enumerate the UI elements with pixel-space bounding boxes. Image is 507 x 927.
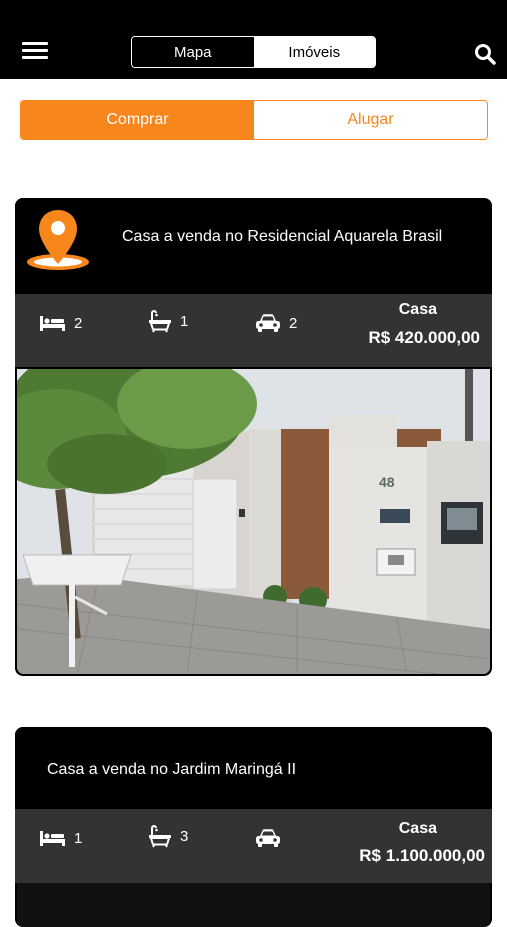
car-icon <box>256 829 280 847</box>
listing-title: Casa a venda no Jardim Maringá II <box>47 761 297 778</box>
property-type: Casa <box>398 820 437 837</box>
listing-price: R$ 1.100.000,00 <box>359 846 485 865</box>
listing-price: R$ 420.000,00 <box>368 328 480 347</box>
bedrooms-feature: 2 <box>39 311 82 335</box>
bathtub-icon <box>149 825 171 848</box>
listing-card[interactable]: Casa a venda no Jardim Maringá II 1 3 Ca… <box>15 727 492 927</box>
bathrooms-count: 1 <box>180 312 189 330</box>
hamburger-menu-icon[interactable] <box>22 42 48 62</box>
svg-text:48: 48 <box>379 474 395 490</box>
parking-count: 2 <box>289 314 298 332</box>
car-icon <box>256 314 280 332</box>
bedrooms-feature: 1 <box>39 826 82 850</box>
listing-photo: 48 <box>17 369 490 674</box>
bathtub-icon <box>149 310 171 333</box>
bed-icon <box>40 831 65 846</box>
listing-photo <box>17 883 490 927</box>
tab-mapa[interactable]: Mapa <box>132 37 254 67</box>
view-segmented-control: Mapa Imóveis <box>131 36 376 68</box>
bed-icon <box>40 316 65 331</box>
listing-info-row: 1 3 Casa R$ 1.100.000,00 <box>15 809 492 883</box>
listing-card[interactable]: Casa a venda no Residencial Aquarela Bra… <box>15 198 492 676</box>
tab-comprar[interactable]: Comprar <box>21 101 254 139</box>
buy-rent-segmented-control: Comprar Alugar <box>20 100 488 140</box>
top-navigation-bar: Mapa Imóveis <box>0 0 507 79</box>
bathrooms-feature: 1 <box>148 309 188 333</box>
bedrooms-count: 2 <box>74 314 83 332</box>
tab-alugar[interactable]: Alugar <box>254 101 487 139</box>
listing-header: Casa a venda no Jardim Maringá II <box>15 727 492 809</box>
listing-info-row: 2 1 2 Casa R$ 420.000,00 <box>15 294 492 367</box>
property-type: Casa <box>398 301 437 318</box>
bedrooms-count: 1 <box>74 829 83 847</box>
bathrooms-count: 3 <box>180 827 189 845</box>
search-icon[interactable] <box>473 42 497 66</box>
listing-title: Casa a venda no Residencial Aquarela Bra… <box>122 228 443 245</box>
bathrooms-feature: 3 <box>148 824 188 848</box>
tab-imoveis[interactable]: Imóveis <box>253 37 375 67</box>
listing-header: Casa a venda no Residencial Aquarela Bra… <box>15 198 492 294</box>
parking-feature <box>255 826 289 850</box>
map-pin-icon <box>27 210 89 270</box>
parking-feature: 2 <box>255 311 297 335</box>
